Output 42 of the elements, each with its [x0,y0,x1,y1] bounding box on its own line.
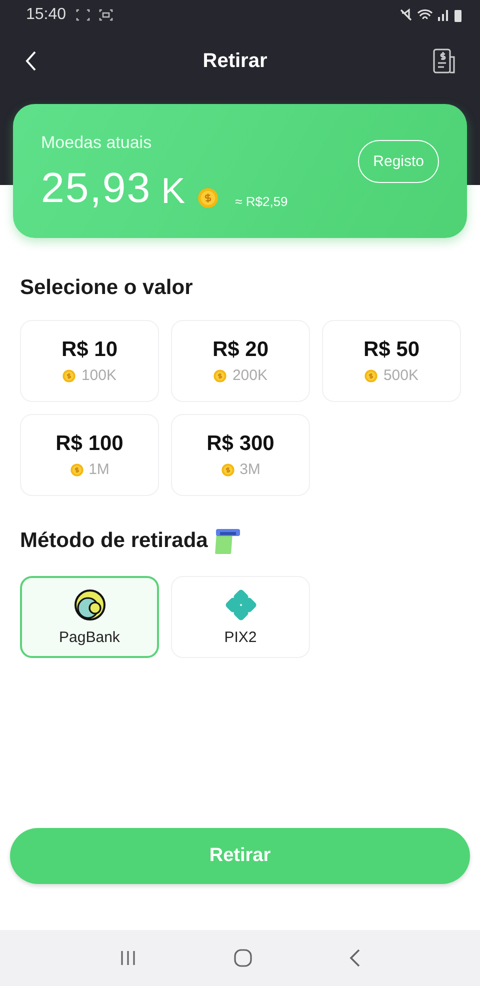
payment-method[interactable]: PIX2 [171,576,310,658]
back-icon [24,50,38,72]
coin-cost: 3M [240,461,260,478]
payment-method[interactable]: PagBank [20,576,159,658]
status-time: 15:40 [26,6,66,24]
section-title: Selecione o valor [20,276,194,300]
bank-logo-icon [74,588,106,620]
coin-icon [220,462,235,476]
section-title: Método de retirada [20,529,208,553]
coin-icon [213,368,228,382]
coin-cost: 1M [88,461,110,478]
cash-withdraw-icon [214,526,242,556]
balance-label: Moedas atuais [41,133,153,153]
coin-cost: 100K [81,367,117,384]
balance-amount: 25,93 [41,167,152,209]
battery-icon [454,8,462,22]
diamond-logo-icon [224,588,256,620]
signal-icon [438,9,449,21]
coin-cost: 200K [232,367,268,384]
amount-option[interactable]: R$ 20 200K [171,320,310,402]
amount-value: R$ 10 [61,338,118,362]
coin-icon [62,368,76,382]
back-nav-icon[interactable] [348,948,362,968]
coin-cost: 500K [383,367,419,384]
amount-option[interactable]: R$ 10 100K [20,320,159,402]
mute-icon [400,8,412,22]
home-icon[interactable] [232,948,253,968]
amount-option[interactable]: R$ 50 500K [322,320,461,402]
coin-icon [197,187,220,209]
wifi-icon [417,9,433,21]
coin-icon [70,462,84,476]
balance-approx-value: ≈ R$2,59 [235,194,288,209]
coin-icon [364,368,378,382]
page-title: Retirar [202,50,268,72]
amount-value: R$ 300 [206,432,274,456]
balance-unit: K [161,173,186,209]
amount-option[interactable]: R$ 100 1M [20,414,159,496]
amount-value: R$ 20 [212,338,269,362]
amount-value: R$ 50 [363,338,420,362]
amount-option[interactable]: R$ 300 3M [171,414,310,496]
receipt-icon [432,48,458,74]
amount-value: R$ 100 [56,432,124,456]
